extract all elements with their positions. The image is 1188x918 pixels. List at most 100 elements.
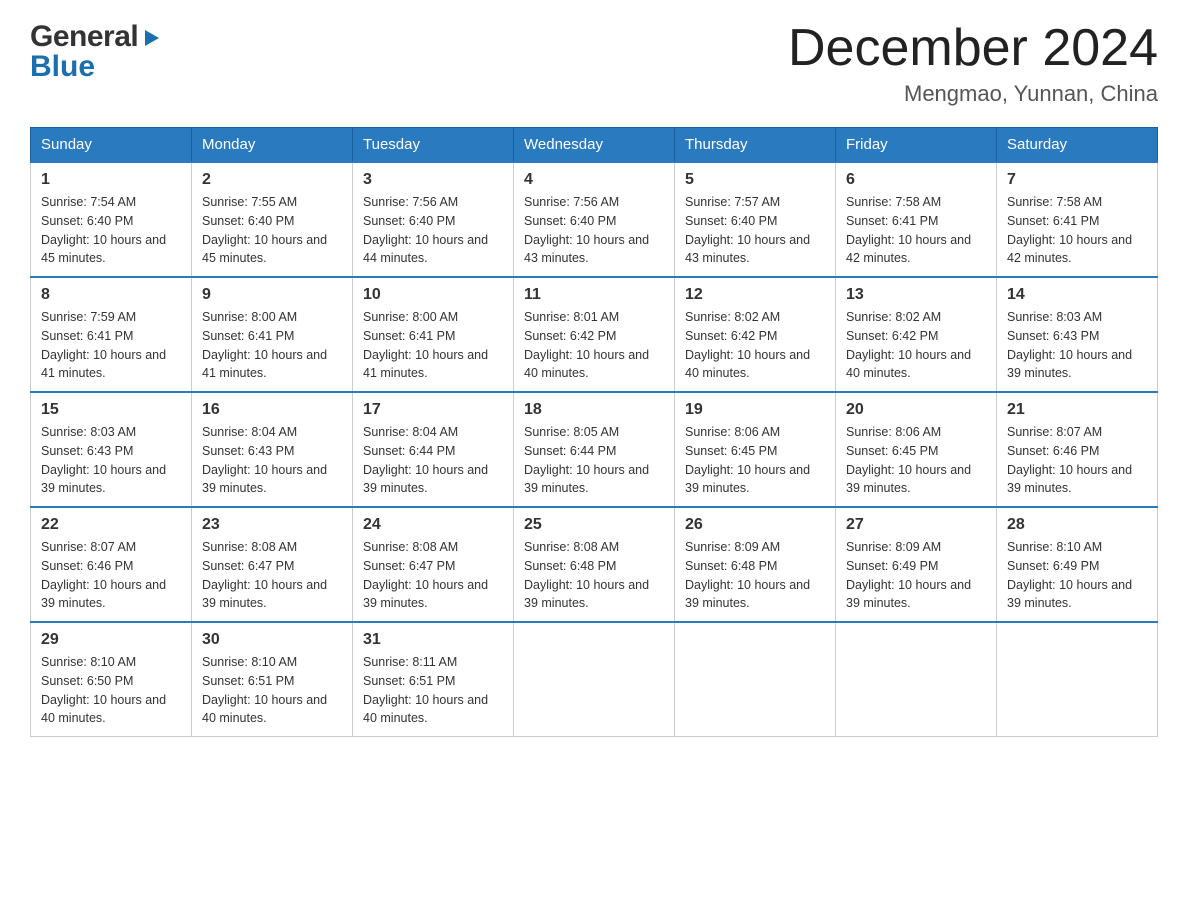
calendar-cell: 13 Sunrise: 8:02 AM Sunset: 6:42 PM Dayl…: [836, 277, 997, 392]
calendar-cell: 10 Sunrise: 8:00 AM Sunset: 6:41 PM Dayl…: [353, 277, 514, 392]
day-number: 11: [524, 286, 664, 304]
day-info: Sunrise: 7:56 AM Sunset: 6:40 PM Dayligh…: [363, 193, 503, 268]
day-number: 21: [1007, 401, 1147, 419]
logo-blue: Blue: [30, 50, 95, 84]
calendar-cell: 18 Sunrise: 8:05 AM Sunset: 6:44 PM Dayl…: [514, 392, 675, 507]
day-number: 5: [685, 171, 825, 189]
day-info: Sunrise: 8:05 AM Sunset: 6:44 PM Dayligh…: [524, 423, 664, 498]
calendar-cell: 17 Sunrise: 8:04 AM Sunset: 6:44 PM Dayl…: [353, 392, 514, 507]
day-info: Sunrise: 8:10 AM Sunset: 6:50 PM Dayligh…: [41, 653, 181, 728]
day-info: Sunrise: 8:04 AM Sunset: 6:44 PM Dayligh…: [363, 423, 503, 498]
day-number: 22: [41, 516, 181, 534]
day-number: 27: [846, 516, 986, 534]
day-number: 19: [685, 401, 825, 419]
calendar-cell: [675, 622, 836, 737]
calendar-cell: 27 Sunrise: 8:09 AM Sunset: 6:49 PM Dayl…: [836, 507, 997, 622]
calendar-cell: 4 Sunrise: 7:56 AM Sunset: 6:40 PM Dayli…: [514, 162, 675, 277]
day-number: 20: [846, 401, 986, 419]
title-block: December 2024 Mengmao, Yunnan, China: [788, 20, 1158, 107]
day-number: 29: [41, 631, 181, 649]
calendar-cell: 16 Sunrise: 8:04 AM Sunset: 6:43 PM Dayl…: [192, 392, 353, 507]
day-info: Sunrise: 8:00 AM Sunset: 6:41 PM Dayligh…: [363, 308, 503, 383]
day-info: Sunrise: 8:08 AM Sunset: 6:48 PM Dayligh…: [524, 538, 664, 613]
day-info: Sunrise: 8:01 AM Sunset: 6:42 PM Dayligh…: [524, 308, 664, 383]
calendar-cell: 5 Sunrise: 7:57 AM Sunset: 6:40 PM Dayli…: [675, 162, 836, 277]
day-of-week-saturday: Saturday: [997, 128, 1158, 163]
calendar-week-2: 8 Sunrise: 7:59 AM Sunset: 6:41 PM Dayli…: [31, 277, 1158, 392]
calendar-cell: [836, 622, 997, 737]
day-of-week-tuesday: Tuesday: [353, 128, 514, 163]
calendar-cell: 9 Sunrise: 8:00 AM Sunset: 6:41 PM Dayli…: [192, 277, 353, 392]
day-number: 23: [202, 516, 342, 534]
day-info: Sunrise: 8:10 AM Sunset: 6:51 PM Dayligh…: [202, 653, 342, 728]
calendar-cell: 2 Sunrise: 7:55 AM Sunset: 6:40 PM Dayli…: [192, 162, 353, 277]
logo: General Blue: [30, 20, 163, 84]
calendar-week-1: 1 Sunrise: 7:54 AM Sunset: 6:40 PM Dayli…: [31, 162, 1158, 277]
calendar-week-3: 15 Sunrise: 8:03 AM Sunset: 6:43 PM Dayl…: [31, 392, 1158, 507]
day-number: 14: [1007, 286, 1147, 304]
day-of-week-sunday: Sunday: [31, 128, 192, 163]
calendar-body: 1 Sunrise: 7:54 AM Sunset: 6:40 PM Dayli…: [31, 162, 1158, 737]
day-number: 25: [524, 516, 664, 534]
calendar-cell: 29 Sunrise: 8:10 AM Sunset: 6:50 PM Dayl…: [31, 622, 192, 737]
day-info: Sunrise: 8:02 AM Sunset: 6:42 PM Dayligh…: [846, 308, 986, 383]
day-info: Sunrise: 8:02 AM Sunset: 6:42 PM Dayligh…: [685, 308, 825, 383]
calendar-cell: 20 Sunrise: 8:06 AM Sunset: 6:45 PM Dayl…: [836, 392, 997, 507]
day-info: Sunrise: 8:04 AM Sunset: 6:43 PM Dayligh…: [202, 423, 342, 498]
day-number: 1: [41, 171, 181, 189]
calendar-cell: 28 Sunrise: 8:10 AM Sunset: 6:49 PM Dayl…: [997, 507, 1158, 622]
calendar-week-5: 29 Sunrise: 8:10 AM Sunset: 6:50 PM Dayl…: [31, 622, 1158, 737]
calendar-cell: 22 Sunrise: 8:07 AM Sunset: 6:46 PM Dayl…: [31, 507, 192, 622]
day-info: Sunrise: 7:54 AM Sunset: 6:40 PM Dayligh…: [41, 193, 181, 268]
days-of-week-row: SundayMondayTuesdayWednesdayThursdayFrid…: [31, 128, 1158, 163]
day-of-week-wednesday: Wednesday: [514, 128, 675, 163]
calendar-cell: 7 Sunrise: 7:58 AM Sunset: 6:41 PM Dayli…: [997, 162, 1158, 277]
day-number: 26: [685, 516, 825, 534]
day-number: 17: [363, 401, 503, 419]
calendar-cell: 14 Sunrise: 8:03 AM Sunset: 6:43 PM Dayl…: [997, 277, 1158, 392]
month-title: December 2024: [788, 20, 1158, 77]
day-number: 10: [363, 286, 503, 304]
day-info: Sunrise: 7:58 AM Sunset: 6:41 PM Dayligh…: [1007, 193, 1147, 268]
day-info: Sunrise: 7:55 AM Sunset: 6:40 PM Dayligh…: [202, 193, 342, 268]
day-info: Sunrise: 8:06 AM Sunset: 6:45 PM Dayligh…: [846, 423, 986, 498]
calendar-cell: 6 Sunrise: 7:58 AM Sunset: 6:41 PM Dayli…: [836, 162, 997, 277]
day-info: Sunrise: 8:08 AM Sunset: 6:47 PM Dayligh…: [202, 538, 342, 613]
day-number: 7: [1007, 171, 1147, 189]
day-info: Sunrise: 7:57 AM Sunset: 6:40 PM Dayligh…: [685, 193, 825, 268]
day-number: 4: [524, 171, 664, 189]
location-subtitle: Mengmao, Yunnan, China: [788, 81, 1158, 107]
day-info: Sunrise: 7:59 AM Sunset: 6:41 PM Dayligh…: [41, 308, 181, 383]
day-info: Sunrise: 8:07 AM Sunset: 6:46 PM Dayligh…: [41, 538, 181, 613]
day-number: 8: [41, 286, 181, 304]
calendar-cell: 15 Sunrise: 8:03 AM Sunset: 6:43 PM Dayl…: [31, 392, 192, 507]
calendar-cell: 21 Sunrise: 8:07 AM Sunset: 6:46 PM Dayl…: [997, 392, 1158, 507]
day-of-week-thursday: Thursday: [675, 128, 836, 163]
day-info: Sunrise: 8:09 AM Sunset: 6:49 PM Dayligh…: [846, 538, 986, 613]
calendar-cell: 1 Sunrise: 7:54 AM Sunset: 6:40 PM Dayli…: [31, 162, 192, 277]
day-number: 15: [41, 401, 181, 419]
calendar-cell: 8 Sunrise: 7:59 AM Sunset: 6:41 PM Dayli…: [31, 277, 192, 392]
day-info: Sunrise: 8:08 AM Sunset: 6:47 PM Dayligh…: [363, 538, 503, 613]
calendar-cell: 3 Sunrise: 7:56 AM Sunset: 6:40 PM Dayli…: [353, 162, 514, 277]
day-info: Sunrise: 8:03 AM Sunset: 6:43 PM Dayligh…: [41, 423, 181, 498]
calendar-week-4: 22 Sunrise: 8:07 AM Sunset: 6:46 PM Dayl…: [31, 507, 1158, 622]
day-info: Sunrise: 8:06 AM Sunset: 6:45 PM Dayligh…: [685, 423, 825, 498]
day-number: 2: [202, 171, 342, 189]
calendar-cell: 12 Sunrise: 8:02 AM Sunset: 6:42 PM Dayl…: [675, 277, 836, 392]
calendar-cell: 24 Sunrise: 8:08 AM Sunset: 6:47 PM Dayl…: [353, 507, 514, 622]
logo-general: General: [30, 20, 138, 54]
calendar-cell: 26 Sunrise: 8:09 AM Sunset: 6:48 PM Dayl…: [675, 507, 836, 622]
calendar-cell: 11 Sunrise: 8:01 AM Sunset: 6:42 PM Dayl…: [514, 277, 675, 392]
day-info: Sunrise: 8:11 AM Sunset: 6:51 PM Dayligh…: [363, 653, 503, 728]
day-info: Sunrise: 8:07 AM Sunset: 6:46 PM Dayligh…: [1007, 423, 1147, 498]
day-number: 12: [685, 286, 825, 304]
day-number: 3: [363, 171, 503, 189]
day-number: 6: [846, 171, 986, 189]
day-number: 31: [363, 631, 503, 649]
calendar-cell: 30 Sunrise: 8:10 AM Sunset: 6:51 PM Dayl…: [192, 622, 353, 737]
day-number: 24: [363, 516, 503, 534]
day-info: Sunrise: 7:56 AM Sunset: 6:40 PM Dayligh…: [524, 193, 664, 268]
calendar-cell: 19 Sunrise: 8:06 AM Sunset: 6:45 PM Dayl…: [675, 392, 836, 507]
calendar-cell: 23 Sunrise: 8:08 AM Sunset: 6:47 PM Dayl…: [192, 507, 353, 622]
